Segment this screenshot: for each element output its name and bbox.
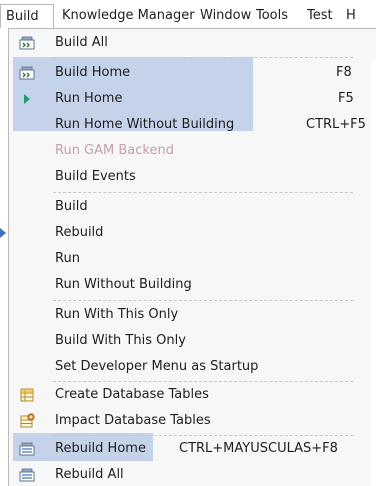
menu-item-build-home[interactable]: Build Home F8 bbox=[9, 61, 376, 85]
shortcut-label: CTRL+F5 bbox=[306, 117, 366, 132]
menu-item-build-all[interactable]: Build All bbox=[9, 31, 376, 55]
rebuild-home-icon bbox=[19, 441, 35, 457]
menu-item-run-gam-backend: Run GAM Backend bbox=[9, 139, 376, 163]
menu-item-run-with-this-only[interactable]: Run With This Only bbox=[9, 303, 376, 327]
shortcut-label: F5 bbox=[338, 91, 354, 106]
menu-item-impact-database-tables[interactable]: Impact Database Tables bbox=[9, 409, 376, 433]
menu-item-label: Run Home Without Building bbox=[55, 117, 235, 132]
menu-separator bbox=[53, 381, 353, 382]
menu-test[interactable]: Test bbox=[307, 7, 333, 25]
menu-bar: Build Knowledge Manager Window Tools Tes… bbox=[0, 0, 376, 30]
menu-item-rebuild-home[interactable]: Rebuild Home CTRL+MAYUSCULAS+F8 bbox=[9, 437, 376, 461]
menu-item-label: Run bbox=[55, 251, 80, 266]
menu-item-set-developer-menu-startup[interactable]: Set Developer Menu as Startup bbox=[9, 355, 376, 379]
build-home-icon bbox=[19, 65, 35, 81]
menu-item-label: Rebuild bbox=[55, 225, 104, 240]
menu-separator bbox=[53, 435, 353, 436]
menu-separator bbox=[53, 57, 353, 58]
menu-item-label: Build bbox=[55, 199, 88, 214]
background-window-edge bbox=[371, 60, 376, 486]
menu-tools[interactable]: Tools bbox=[256, 7, 288, 25]
menu-item-label: Build Events bbox=[55, 169, 136, 184]
run-arrow-icon bbox=[19, 91, 35, 107]
build-dropdown-menu: Build All Build Home F8 Run Home F5 Run … bbox=[8, 28, 376, 486]
menu-item-label: Run With This Only bbox=[55, 307, 179, 322]
menu-item-label: Run Home bbox=[55, 91, 123, 106]
menu-help[interactable]: H bbox=[346, 7, 356, 25]
menu-item-build-events[interactable]: Build Events bbox=[9, 165, 376, 189]
menu-item-label: Impact Database Tables bbox=[55, 413, 211, 428]
menu-item-label: Build With This Only bbox=[55, 333, 186, 348]
menu-item-label: Run Without Building bbox=[55, 277, 192, 292]
pointer-arrow-icon bbox=[0, 228, 6, 238]
menu-knowledge-manager[interactable]: Knowledge Manager bbox=[62, 7, 195, 25]
shortcut-label: F8 bbox=[336, 65, 352, 80]
menu-item-label: Set Developer Menu as Startup bbox=[55, 359, 259, 374]
menu-item-label: Create Database Tables bbox=[55, 387, 209, 402]
rebuild-all-icon bbox=[19, 467, 35, 483]
menu-separator bbox=[53, 192, 353, 193]
menu-item-run[interactable]: Run bbox=[9, 247, 376, 271]
menu-build[interactable]: Build bbox=[0, 4, 54, 28]
menu-item-label: Build All bbox=[55, 35, 108, 50]
menu-item-run-home-without-building[interactable]: Run Home Without Building CTRL+F5 bbox=[9, 113, 376, 137]
create-database-icon bbox=[19, 387, 35, 403]
menu-separator bbox=[53, 300, 353, 301]
impact-database-icon bbox=[19, 413, 35, 429]
menu-item-label: Build Home bbox=[55, 65, 131, 80]
menu-item-label: Run GAM Backend bbox=[55, 143, 174, 158]
menu-window[interactable]: Window bbox=[200, 7, 251, 25]
menu-item-build-with-this-only[interactable]: Build With This Only bbox=[9, 329, 376, 353]
menu-item-rebuild[interactable]: Rebuild bbox=[9, 221, 376, 245]
menu-item-label: Rebuild Home bbox=[55, 441, 146, 456]
menu-item-build[interactable]: Build bbox=[9, 195, 376, 219]
menu-item-create-database-tables[interactable]: Create Database Tables bbox=[9, 383, 376, 407]
menu-item-rebuild-all[interactable]: Rebuild All bbox=[9, 463, 376, 486]
menu-item-label: Rebuild All bbox=[55, 467, 124, 482]
build-all-icon bbox=[19, 35, 35, 51]
menu-item-run-without-building[interactable]: Run Without Building bbox=[9, 273, 376, 297]
shortcut-label: CTRL+MAYUSCULAS+F8 bbox=[179, 441, 338, 456]
menu-item-run-home[interactable]: Run Home F5 bbox=[9, 87, 376, 111]
